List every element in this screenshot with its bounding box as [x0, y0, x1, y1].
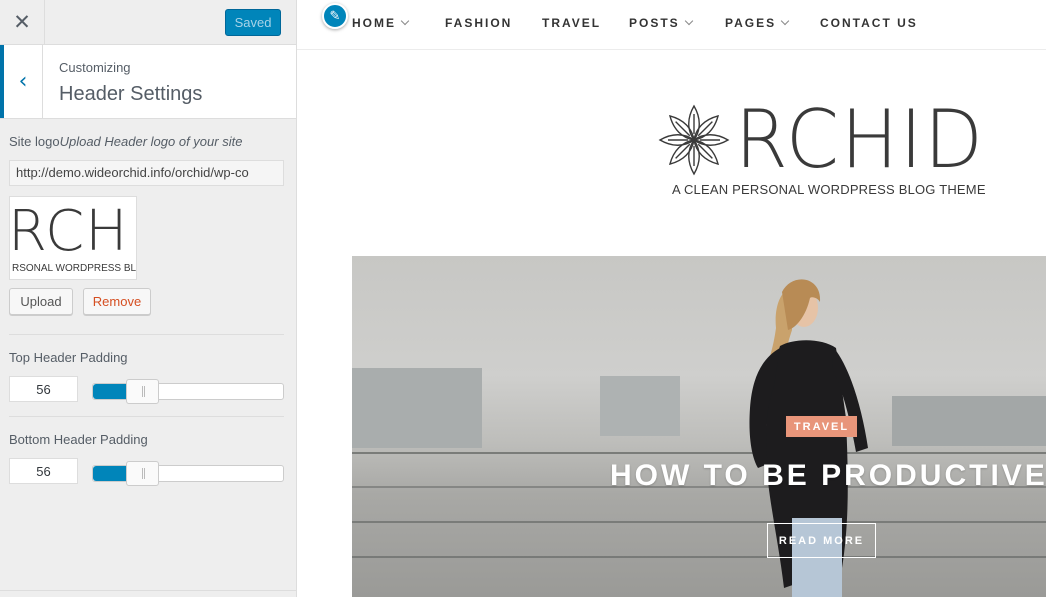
- section-title: Header Settings: [59, 83, 203, 105]
- main-navigation: HOME FASHION TRAVEL POSTS PAGES CONTACT US: [297, 0, 1046, 50]
- railing: [352, 556, 1046, 558]
- railing: [352, 521, 1046, 523]
- back-chevron-icon[interactable]: ‹: [0, 45, 43, 118]
- customizer-header-bar: ✕ Saved: [0, 0, 296, 45]
- site-preview: HOME FASHION TRAVEL POSTS PAGES CONTACT US ✎ …: [297, 0, 1046, 597]
- nav-item-home[interactable]: HOME: [352, 16, 410, 30]
- logo-tagline: A CLEAN PERSONAL WORDPRESS BLOG THEME: [672, 182, 986, 197]
- bottom-padding-label: Bottom Header Padding: [9, 432, 148, 447]
- top-padding-label: Top Header Padding: [9, 350, 128, 365]
- close-icon[interactable]: ✕: [0, 0, 45, 44]
- upload-button[interactable]: Upload: [9, 288, 73, 315]
- logo-thumbnail: RCH RSONAL WORDPRESS BL: [9, 196, 137, 280]
- background-building: [352, 368, 482, 448]
- flower-vein: [675, 121, 691, 137]
- divider: [9, 334, 284, 335]
- section-header: ‹ Customizing Header Settings: [0, 45, 296, 119]
- slider-handle[interactable]: [126, 461, 159, 486]
- bottom-padding-input[interactable]: 56: [9, 458, 78, 484]
- read-more-button[interactable]: READ MORE: [767, 523, 876, 558]
- logo-thumbnail-text: RCH: [9, 199, 129, 264]
- nav-item-travel[interactable]: TRAVEL: [542, 16, 601, 30]
- saved-button[interactable]: Saved: [225, 9, 281, 36]
- featured-post[interactable]: TRAVEL HOW TO BE PRODUCTIVE READ MORE: [352, 256, 1046, 597]
- bottom-padding-slider[interactable]: [92, 461, 284, 486]
- railing: [352, 452, 1046, 454]
- nav-item-label: CONTACT US: [820, 16, 918, 30]
- background-building: [892, 396, 1046, 446]
- divider: [9, 416, 284, 417]
- breadcrumb: Customizing: [59, 60, 131, 75]
- nav-item-label: PAGES: [725, 16, 777, 30]
- nav-item-label: TRAVEL: [542, 16, 602, 30]
- nav-item-label: FASHION: [445, 16, 513, 30]
- logo-url-field[interactable]: http://demo.wideorchid.info/orchid/wp-co: [9, 160, 284, 186]
- category-badge[interactable]: TRAVEL: [786, 416, 857, 437]
- top-padding-slider[interactable]: [92, 379, 284, 404]
- background-building: [600, 376, 680, 436]
- top-padding-input[interactable]: 56: [9, 376, 78, 402]
- site-logo-description: Upload Header logo of your site: [59, 134, 243, 149]
- logo-wordmark: RCHID: [735, 93, 985, 186]
- site-logo-label: Site logoUpload Header logo of your site: [9, 134, 242, 149]
- flower-vein: [697, 143, 713, 159]
- nav-item-posts[interactable]: POSTS: [629, 16, 693, 30]
- remove-button[interactable]: Remove: [83, 288, 151, 315]
- nav-item-pages[interactable]: PAGES: [725, 16, 790, 30]
- site-logo[interactable]: RCHID A CLEAN PERSONAL WORDPRESS BLOG TH…: [658, 100, 988, 204]
- chevron-down-icon: [780, 16, 790, 26]
- nav-item-contact-us[interactable]: CONTACT US: [820, 16, 918, 30]
- post-title[interactable]: HOW TO BE PRODUCTIVE: [610, 459, 1046, 493]
- orchid-flower-icon: [658, 104, 730, 176]
- customizer-sidebar: ✕ Saved ‹ Customizing Header Settings Si…: [0, 0, 297, 597]
- flower-vein: [675, 143, 691, 159]
- nav-item-label: HOME: [352, 16, 396, 30]
- slider-handle[interactable]: [126, 379, 159, 404]
- edit-pencil-icon[interactable]: ✎: [322, 3, 348, 29]
- nav-item-fashion[interactable]: FASHION: [445, 16, 512, 30]
- divider: [0, 590, 296, 591]
- nav-item-label: POSTS: [629, 16, 680, 30]
- chevron-down-icon: [400, 16, 410, 26]
- flower-vein: [697, 121, 713, 137]
- logo-thumbnail-tagline: RSONAL WORDPRESS BL: [12, 263, 137, 274]
- site-logo-title: Site logo: [9, 134, 60, 149]
- chevron-down-icon: [684, 16, 693, 26]
